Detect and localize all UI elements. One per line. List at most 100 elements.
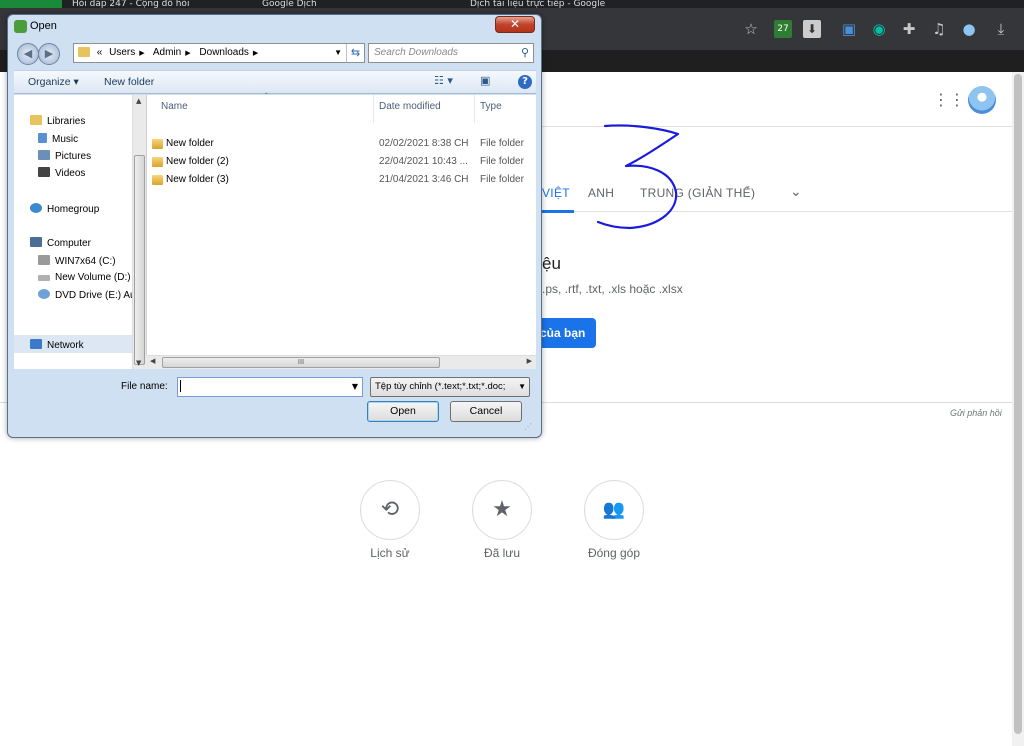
bookmark-star-icon[interactable]: ☆ <box>742 20 760 38</box>
back-arrow-icon: ◀ <box>23 47 33 60</box>
cancel-button[interactable]: Cancel <box>450 401 522 422</box>
dialog-app-icon <box>14 20 27 33</box>
language-tab-viet[interactable]: VIỆT <box>542 186 570 200</box>
download-icon[interactable]: ⤓ <box>992 20 1010 38</box>
nav-computer[interactable]: Computer <box>30 237 91 249</box>
nav-music[interactable]: Music <box>38 133 78 145</box>
folder-icon <box>152 175 163 185</box>
address-dropdown-icon[interactable]: ▼ <box>334 44 342 62</box>
dvd-drive-icon <box>38 289 50 299</box>
dialog-footer: File name: ▼ Tệp tùy chỉnh (*.text;*.txt… <box>14 371 536 435</box>
chevron-down-icon[interactable]: ⌄ <box>790 184 802 200</box>
nav-homegroup[interactable]: Homegroup <box>30 203 99 215</box>
dialog-title: Open <box>30 20 57 32</box>
hscroll-thumb[interactable]: III <box>162 357 440 368</box>
file-row[interactable]: New folder 02/02/2021 8:38 CH File folde… <box>147 135 537 153</box>
document-title: ệu <box>542 254 561 273</box>
history-icon[interactable]: ⟲ <box>360 480 420 540</box>
resize-grip-icon[interactable]: ⋰ <box>524 422 532 431</box>
translate-extension-icon[interactable]: ▣ <box>840 20 858 38</box>
open-file-dialog: Open ✕ ◀ ▶ « Users ▶ Admin ▶ Downloads ▶ ▼ … <box>7 14 542 438</box>
nav-libraries[interactable]: Libraries <box>30 115 85 127</box>
star-icon[interactable]: ★ <box>472 480 532 540</box>
search-icon[interactable]: ⚲ <box>521 44 529 62</box>
videos-icon <box>38 167 50 177</box>
new-folder-button[interactable]: New folder <box>104 76 154 88</box>
folder-icon <box>78 47 90 58</box>
scroll-up-icon[interactable]: ▲ <box>136 97 141 105</box>
account-avatar[interactable] <box>968 86 996 114</box>
preview-pane-icon[interactable]: ▣ <box>480 74 490 87</box>
file-row[interactable]: New folder (2) 22/04/2021 10:43 ... File… <box>147 153 537 171</box>
drive-d-icon <box>38 275 50 281</box>
file-list-hscrollbar[interactable]: ◀ III ▶ <box>146 355 536 369</box>
search-input[interactable]: Search Downloads ⚲ <box>368 43 534 63</box>
filename-dropdown-icon[interactable]: ▼ <box>352 378 358 396</box>
refresh-icon[interactable]: ⇆ <box>346 44 364 62</box>
profile-avatar-icon[interactable]: ● <box>960 20 978 38</box>
drive-c-icon <box>38 255 50 265</box>
extensions-puzzle-icon[interactable]: ✚ <box>900 20 918 38</box>
open-button[interactable]: Open <box>367 401 439 422</box>
forward-arrow-icon: ▶ <box>44 47 54 60</box>
browser-tab-3[interactable]: Dịch tài liệu trực tiếp - Google <box>470 0 605 8</box>
breadcrumb-overflow[interactable]: « <box>97 47 103 58</box>
scroll-left-icon[interactable]: ◀ <box>150 357 155 365</box>
nav-scroll-thumb[interactable] <box>134 155 145 365</box>
address-bar[interactable]: « Users ▶ Admin ▶ Downloads ▶ ▼ ⇆ <box>73 43 365 63</box>
grammar-extension-icon[interactable]: ◉ <box>870 20 888 38</box>
page-scrollbar[interactable] <box>1012 72 1024 746</box>
libraries-icon <box>30 115 42 125</box>
file-row[interactable]: New folder (3) 21/04/2021 3:46 CH File f… <box>147 171 537 189</box>
pictures-icon <box>38 150 50 160</box>
download-extension-icon[interactable]: ⬇ <box>803 20 821 38</box>
nav-drive-c[interactable]: WIN7x64 (C:) <box>38 255 116 267</box>
contribute-icon[interactable]: 👥 <box>584 480 644 540</box>
filename-input[interactable]: ▼ <box>177 377 363 397</box>
network-icon <box>30 339 42 349</box>
active-tab-indicator <box>542 210 574 213</box>
tab-favicon-strip <box>0 0 62 8</box>
contribute-label[interactable]: Đóng góp <box>564 546 664 560</box>
nav-scrollbar[interactable]: ▲ ▼ <box>132 95 146 369</box>
column-date-modified[interactable]: Date modified <box>379 101 441 112</box>
feedback-link[interactable]: Gửi phản hồi <box>950 408 1002 418</box>
back-button[interactable]: ◀ <box>17 43 39 65</box>
view-options-icon[interactable]: ☷ ▾ <box>434 74 453 87</box>
nav-drive-d[interactable]: New Volume (D:) <box>38 272 131 283</box>
breadcrumb-users[interactable]: Users <box>109 47 135 58</box>
supported-formats: .ps, .rtf, .txt, .xls hoặc .xlsx <box>542 282 683 296</box>
column-type[interactable]: Type <box>480 101 502 112</box>
computer-icon <box>30 237 42 247</box>
text-caret <box>180 380 181 392</box>
browser-tab-1[interactable]: Hỏi đáp 247 - Cộng đồ hỏi <box>72 0 189 8</box>
media-icon[interactable]: ♫ <box>930 20 948 38</box>
scroll-down-icon[interactable]: ▼ <box>136 359 141 367</box>
forward-button[interactable]: ▶ <box>38 43 60 65</box>
music-icon <box>38 133 47 143</box>
history-label[interactable]: Lịch sử <box>340 546 440 560</box>
scroll-right-icon[interactable]: ▶ <box>527 357 532 365</box>
navigation-pane: Libraries Music Pictures Videos Homegrou… <box>14 95 145 369</box>
file-type-select[interactable]: Tệp tùy chỉnh (*.text;*.txt;*.doc; ▼ <box>370 377 530 397</box>
folder-icon <box>152 157 163 167</box>
sort-ascending-icon: ˆ <box>265 92 268 101</box>
extension-badge-icon[interactable]: 27 <box>774 20 792 38</box>
browser-tab-strip: Hỏi đáp 247 - Cộng đồ hỏi Google Dịch Dị… <box>0 0 1024 8</box>
breadcrumb-downloads[interactable]: Downloads <box>199 47 248 58</box>
folder-icon <box>152 139 163 149</box>
chevron-down-icon: ▼ <box>516 378 526 396</box>
browser-tab-2[interactable]: Google Dịch <box>262 0 317 8</box>
nav-videos[interactable]: Videos <box>38 167 85 179</box>
command-bar: Organize ▾ New folder ☷ ▾ ▣ ? <box>14 70 536 94</box>
close-button[interactable]: ✕ <box>495 16 535 33</box>
nav-network[interactable]: Network <box>30 339 84 351</box>
file-list: Name ˆ Date modified Type New folder 02/… <box>146 92 537 369</box>
nav-drive-e[interactable]: DVD Drive (E:) Au <box>38 289 136 301</box>
saved-label[interactable]: Đã lưu <box>452 546 552 560</box>
nav-pictures[interactable]: Pictures <box>38 150 91 162</box>
breadcrumb-admin[interactable]: Admin <box>153 47 181 58</box>
help-icon[interactable]: ? <box>518 75 532 89</box>
column-name[interactable]: Name <box>161 101 188 112</box>
organize-menu[interactable]: Organize ▾ <box>28 76 79 88</box>
